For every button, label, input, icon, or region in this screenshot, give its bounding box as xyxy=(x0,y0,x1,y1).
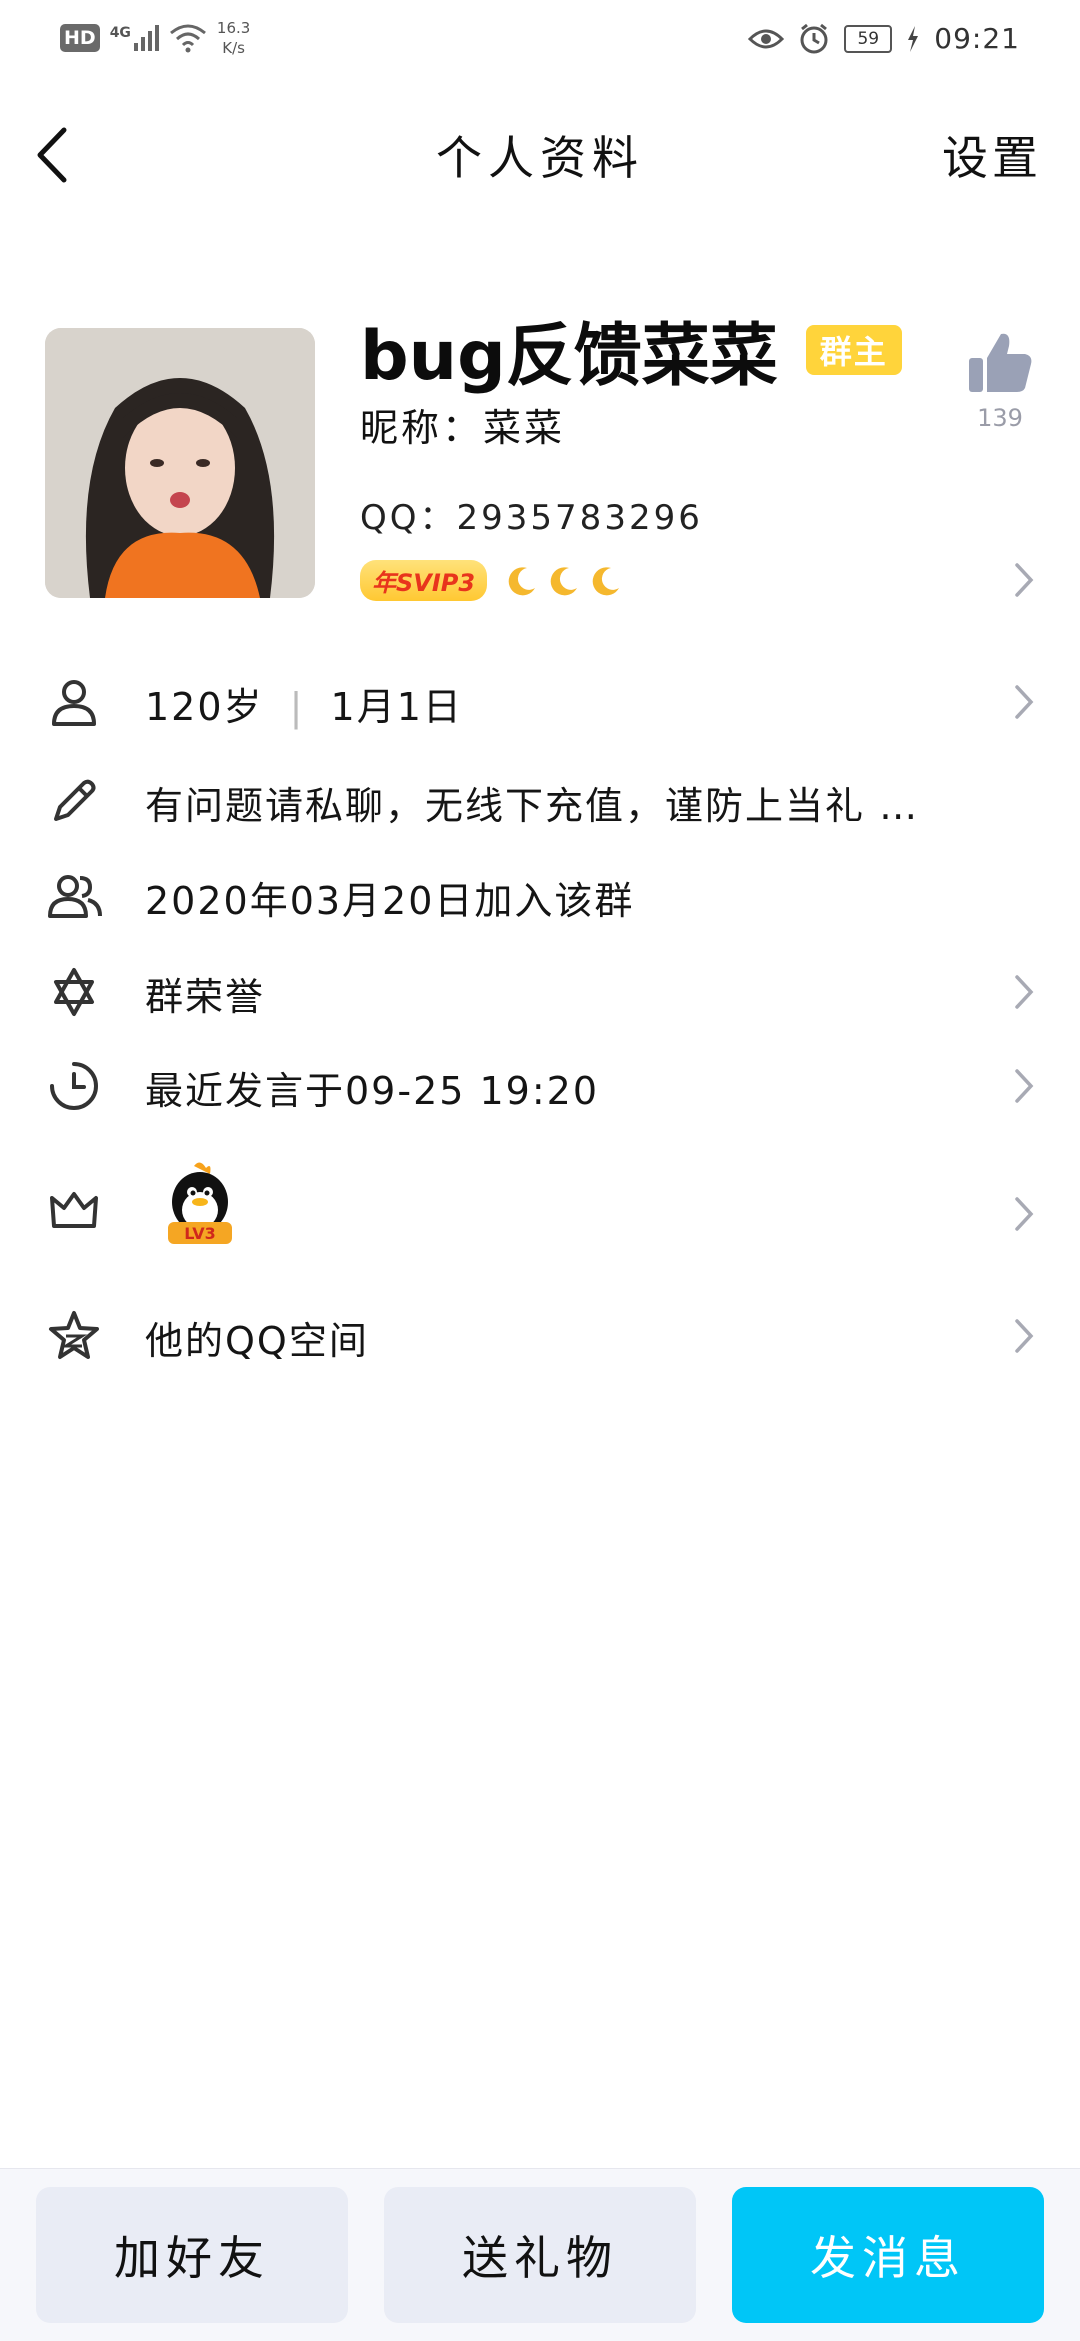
charging-icon xyxy=(908,25,919,52)
page-title: 个人资料 xyxy=(436,131,644,185)
age-birthday-text: 120岁 | 1月1日 xyxy=(145,676,463,731)
group-honor-row[interactable]: 群荣誉 xyxy=(0,946,1080,1036)
alarm-icon xyxy=(800,23,828,53)
thumbs-up-icon xyxy=(969,333,1032,392)
clock: 09:21 xyxy=(934,22,1020,55)
eye-icon xyxy=(748,29,785,48)
join-date-text: 2020年03月20日加入该群 xyxy=(145,879,635,923)
like-count: 139 xyxy=(977,404,1023,432)
qzone-label: 他的QQ空间 xyxy=(145,1319,369,1363)
moon-icon xyxy=(592,566,620,595)
send-message-button[interactable]: 发消息 xyxy=(732,2187,1044,2323)
network-speed: 16.3 K/s xyxy=(216,19,251,57)
signal-icon: 4G xyxy=(110,25,159,51)
chevron-right-icon xyxy=(1015,1197,1034,1231)
network-type: 4G xyxy=(109,25,131,41)
last-speak-row[interactable]: 最近发言于09-25 19:20 xyxy=(0,1040,1080,1130)
age-birthday-row[interactable]: 120岁 | 1月1日 xyxy=(0,656,1080,746)
separator: | xyxy=(289,685,305,729)
person-icon xyxy=(52,680,96,726)
nickname: 昵称：菜菜 xyxy=(360,406,566,450)
add-friend-button[interactable]: 加好友 xyxy=(36,2187,348,2323)
qq-number: QQ：2935783296 xyxy=(360,498,703,538)
battery-icon: 59 xyxy=(844,24,893,53)
moon-icon xyxy=(550,566,578,595)
moon-icon xyxy=(508,566,536,595)
chevron-right-icon xyxy=(1015,1069,1034,1103)
name-row: bug反馈菜菜 群主 xyxy=(360,300,902,399)
join-date-row: 2020年03月20日加入该群 xyxy=(0,850,1080,940)
wifi-icon xyxy=(169,24,206,53)
group-members-icon xyxy=(48,875,102,918)
birthday: 1月1日 xyxy=(330,685,463,729)
qzone-row[interactable]: 他的QQ空间 xyxy=(0,1290,1080,1380)
last-speak-text: 最近发言于09-25 19:20 xyxy=(145,1069,600,1113)
status-right: 59 09:21 xyxy=(748,22,1020,55)
qzone-star-icon xyxy=(49,1311,99,1359)
level-badge-text: LV3 xyxy=(184,1224,216,1243)
signature-row: 有问题请私聊，无线下充值，谨防上当礼 … xyxy=(0,755,1080,845)
crown-icon xyxy=(50,1192,98,1228)
send-gift-button[interactable]: 送礼物 xyxy=(384,2187,696,2323)
chevron-right-icon[interactable] xyxy=(1012,560,1036,600)
level-row[interactable]: 年SVIP3 xyxy=(360,560,623,601)
clock-icon xyxy=(50,1062,98,1110)
star-of-david-icon xyxy=(54,968,94,1016)
chevron-right-icon xyxy=(1015,1319,1034,1353)
penguin-icon: LV3 xyxy=(168,1162,232,1244)
qq-penguin-level-badge: LV3 xyxy=(160,1160,240,1250)
status-left: HD 4G 16.3 K/s xyxy=(60,18,250,58)
status-bar: HD 4G 16.3 K/s 59 09:21 xyxy=(0,0,1080,80)
hd-indicator: HD xyxy=(60,24,100,52)
profile-name: bug反馈菜菜 xyxy=(360,317,778,396)
level-moons xyxy=(505,564,623,598)
like-button[interactable]: 139 xyxy=(960,328,1040,432)
level-row-qq[interactable]: LV3 xyxy=(0,1160,1080,1270)
avatar-photo xyxy=(45,328,315,598)
group-owner-badge: 群主 xyxy=(805,324,902,375)
settings-button[interactable]: 设置 xyxy=(942,122,1042,188)
signature-text: 有问题请私聊，无线下充值，谨防上当礼 … xyxy=(145,784,920,828)
chevron-right-icon xyxy=(1015,685,1034,719)
chevron-right-icon xyxy=(1015,975,1034,1009)
group-honor-label: 群荣誉 xyxy=(145,975,266,1019)
svip-badge: 年SVIP3 xyxy=(360,560,488,601)
avatar[interactable] xyxy=(45,328,315,598)
pencil-icon xyxy=(54,779,96,821)
age: 120岁 xyxy=(145,685,264,729)
